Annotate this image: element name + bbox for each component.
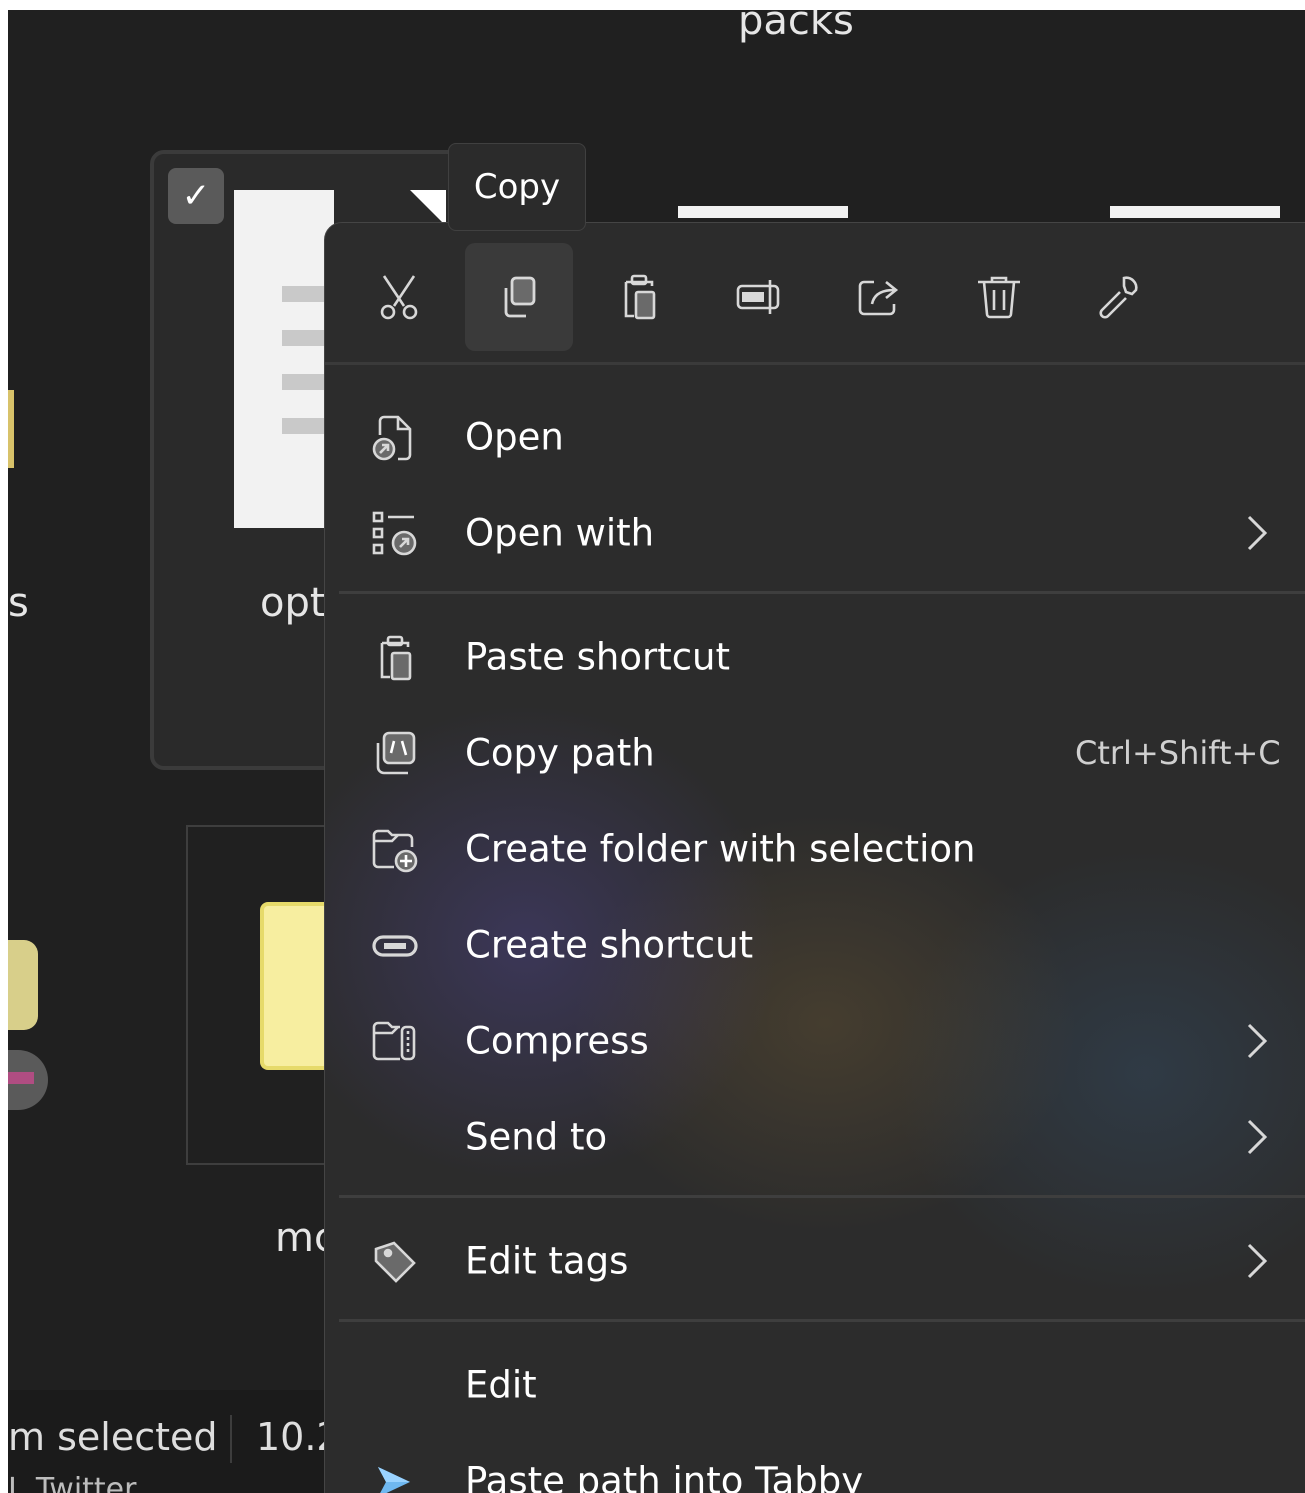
menu-item-paste-tabby[interactable]: Paste path into Tabby — [325, 1435, 1305, 1493]
menu-item-label: Compress — [465, 1019, 649, 1063]
character-sprite-icon — [8, 940, 38, 1030]
share-button[interactable] — [825, 243, 933, 351]
file-icon-partial — [678, 206, 848, 218]
sprite-detail — [8, 1072, 34, 1084]
copy-path-icon — [369, 728, 421, 780]
menu-item-paste-shortcut[interactable]: Paste shortcut — [325, 611, 1305, 703]
file-explorer-window: packs s ✓ opt mc m selected 10.2 I. Twit… — [8, 10, 1305, 1493]
menu-item-label: Send to — [465, 1115, 608, 1159]
trash-icon — [978, 276, 1020, 319]
copy-button[interactable] — [465, 243, 573, 351]
properties-button[interactable] — [1065, 243, 1173, 351]
menu-item-open-with[interactable]: Open with — [325, 487, 1305, 579]
menu-item-label: Open — [465, 415, 564, 459]
copy-icon — [504, 276, 536, 318]
menu-item-label: Edit tags — [465, 1239, 629, 1283]
page-fold — [410, 190, 446, 226]
file-icon-partial — [1110, 206, 1280, 218]
menu-item-label: Paste shortcut — [465, 635, 731, 679]
chevron-right-icon — [1247, 515, 1268, 551]
menu-item-label: Paste path into Tabby — [465, 1459, 864, 1493]
menu-item-label: Create shortcut — [465, 923, 754, 967]
menu-item-open[interactable]: Open — [325, 391, 1305, 483]
rename-button[interactable] — [705, 243, 813, 351]
file-label-partial[interactable]: s — [8, 580, 29, 626]
chevron-right-icon — [1247, 1023, 1268, 1059]
link-icon — [369, 920, 421, 972]
wrench-icon — [1099, 276, 1138, 319]
rename-icon — [736, 280, 780, 314]
cut-button[interactable] — [345, 243, 453, 351]
menu-item-edit-tags[interactable]: Edit tags — [325, 1215, 1305, 1307]
zip-folder-icon — [369, 1016, 421, 1068]
clipboard-icon — [624, 274, 656, 320]
status-selected-count: m selected — [8, 1415, 218, 1459]
share-icon — [858, 280, 899, 316]
keyboard-shortcut: Ctrl+Shift+C — [1075, 734, 1281, 772]
menu-item-copy-path[interactable]: Copy path Ctrl+Shift+C — [325, 707, 1305, 799]
status-below-text: I. Twitter — [8, 1472, 137, 1493]
copy-tooltip: Copy — [448, 143, 586, 231]
menu-divider — [339, 1319, 1305, 1322]
paste-shortcut-icon — [369, 632, 421, 684]
status-separator — [230, 1415, 232, 1463]
open-with-icon — [369, 508, 421, 560]
new-folder-icon — [369, 824, 421, 876]
delete-button[interactable] — [945, 243, 1053, 351]
tabby-icon — [369, 1456, 421, 1493]
menu-divider — [339, 1195, 1305, 1198]
menu-toolbar — [325, 223, 1305, 365]
scissors-icon — [380, 275, 418, 320]
menu-item-create-shortcut[interactable]: Create shortcut — [325, 899, 1305, 991]
menu-item-send-to[interactable]: Send to — [325, 1091, 1305, 1183]
open-file-icon — [369, 412, 421, 464]
text-document-icon — [234, 190, 334, 528]
menu-item-label: Open with — [465, 511, 655, 555]
menu-item-label: Edit — [465, 1363, 537, 1407]
paste-button[interactable] — [585, 243, 693, 351]
context-menu: Open Open with Paste shortcut Copy path … — [324, 222, 1305, 1493]
chevron-right-icon — [1247, 1119, 1268, 1155]
menu-item-label: Copy path — [465, 731, 655, 775]
folder-title: packs — [738, 10, 854, 44]
menu-item-create-folder[interactable]: Create folder with selection — [325, 803, 1305, 895]
tag-icon — [369, 1236, 421, 1288]
partial-folder-icon — [8, 390, 14, 468]
menu-item-edit[interactable]: Edit — [325, 1339, 1305, 1431]
menu-item-compress[interactable]: Compress — [325, 995, 1305, 1087]
menu-divider — [339, 591, 1305, 594]
checkmark-icon[interactable]: ✓ — [168, 168, 224, 224]
chevron-right-icon — [1247, 1243, 1268, 1279]
menu-item-label: Create folder with selection — [465, 827, 976, 871]
file-name-label: opt — [260, 580, 326, 626]
